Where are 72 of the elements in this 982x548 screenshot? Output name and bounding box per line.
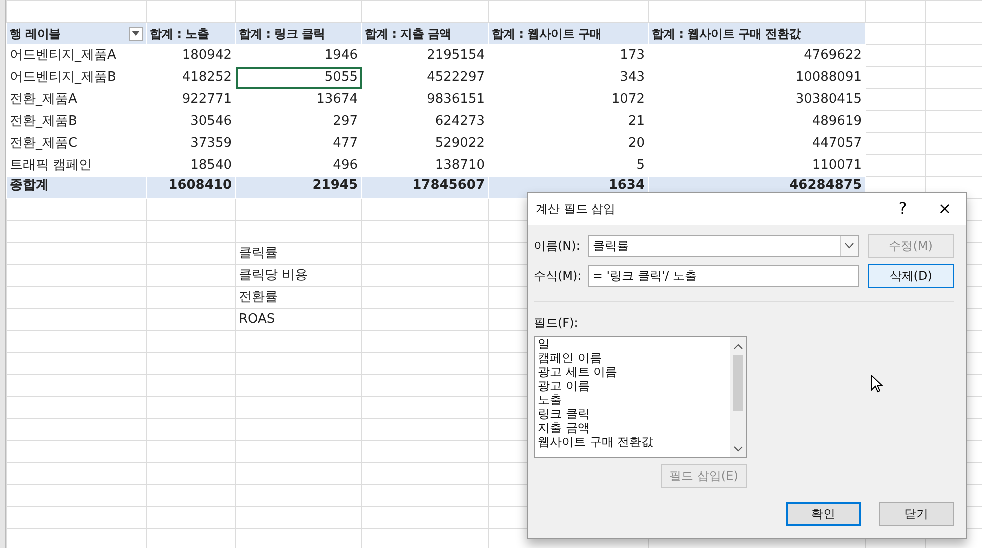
table-cell: 전환률 <box>236 286 362 308</box>
table-cell-text: 21 <box>627 112 646 130</box>
total-cell: 17845607 <box>362 176 488 198</box>
table-cell-text: 2195154 <box>426 46 486 64</box>
help-button[interactable]: ? <box>882 197 924 221</box>
table-cell-text: 4769622 <box>803 46 863 64</box>
list-item[interactable]: 광고 이름 <box>538 379 730 393</box>
table-cell-text: 10088091 <box>794 68 863 86</box>
table-cell-text: 138710 <box>434 156 486 174</box>
table-cell-text: 1946 <box>324 46 359 64</box>
table-cell: 13674 <box>236 88 362 110</box>
table-cell-text: 477 <box>332 134 359 152</box>
field-label: 이름(N): <box>534 238 582 255</box>
column-header: 합계 : 웹사이트 구매 <box>488 22 648 44</box>
table-cell-text: 20 <box>627 134 646 152</box>
column-header: 합계 : 웹사이트 구매 전환값 <box>648 22 866 44</box>
dialog-button[interactable]: 삭제(D) <box>868 264 954 288</box>
row-label: 전환_제품A <box>9 90 78 108</box>
table-cell-text: 5 <box>636 156 646 174</box>
table-cell-text: 18540 <box>190 156 233 174</box>
table-cell-text: 37359 <box>190 134 233 152</box>
field-label: 필드(F): <box>534 315 580 332</box>
table-cell-text: 529022 <box>434 134 486 152</box>
table-cell-text: 447057 <box>811 134 863 152</box>
row-label: 전환_제품B <box>9 112 78 130</box>
column-header: 합계 : 지출 금액 <box>362 22 488 44</box>
table-cell-text: 489619 <box>811 112 863 130</box>
name-combo-field[interactable]: 클릭률 <box>588 235 860 257</box>
formula-field[interactable]: = '링크 클릭'/ 노출 <box>588 265 860 287</box>
row-label: 어드벤티지_제품A <box>9 46 118 64</box>
table-cell-text: 110071 <box>811 156 863 174</box>
table-cell: 9836151 <box>362 88 488 110</box>
list-item[interactable]: 광고 세트 이름 <box>538 365 730 379</box>
cursor-icon <box>871 374 883 393</box>
table-cell: 5055 <box>236 66 362 88</box>
table-cell: ROAS <box>236 308 362 330</box>
row-label: 어드벤티지_제품B <box>9 68 118 86</box>
total-label: 종합계 <box>6 176 146 198</box>
row-label: 트래픽 캠페인 <box>9 156 94 174</box>
table-cell: 클릭률 <box>236 242 362 264</box>
table-cell: 4522297 <box>362 66 488 88</box>
dialog-button[interactable]: 닫기 <box>879 502 954 526</box>
total-cell: 1608410 <box>146 176 236 198</box>
table-cell-text: 1072 <box>610 90 646 108</box>
dialog-button[interactable]: 확인 <box>786 502 861 526</box>
column-header: 행 레이블 <box>10 26 61 42</box>
table-cell-text: 30380415 <box>794 90 863 108</box>
scrollbar-thumb[interactable] <box>733 355 743 411</box>
table-cell-text: 30546 <box>190 112 233 130</box>
list-item[interactable]: 일 <box>538 337 730 351</box>
table-cell-text: 496 <box>332 156 359 174</box>
row-label: 전환_제품C <box>9 134 79 152</box>
list-item[interactable]: 지출 금액 <box>538 421 730 435</box>
list-item[interactable]: 링크 클릭 <box>538 407 730 421</box>
table-cell-text: 343 <box>619 68 646 86</box>
column-header: 합계 : 노출 <box>146 22 236 44</box>
total-cell: 21945 <box>236 176 362 198</box>
list-item[interactable]: 웹사이트 구매 전환값 <box>538 435 730 449</box>
filter-dropdown-icon[interactable] <box>129 26 143 40</box>
table-cell-text: 624273 <box>434 112 486 130</box>
dropdown-icon[interactable] <box>840 236 858 256</box>
table-cell-text: 180942 <box>181 46 233 64</box>
table-cell-text: 297 <box>332 112 359 130</box>
dialog-title: 계산 필드 삽입 <box>536 201 617 218</box>
table-cell: 클릭당 비용 <box>236 264 362 286</box>
list-item[interactable]: 노출 <box>538 393 730 407</box>
table-cell-text: 418252 <box>181 68 233 86</box>
column-header: 합계 : 링크 클릭 <box>236 22 362 44</box>
field-label: 수식(M): <box>534 268 583 285</box>
table-cell-text: 173 <box>619 46 646 64</box>
list-item[interactable]: 캠페인 이름 <box>538 351 730 365</box>
table-cell-text: 922771 <box>181 90 233 108</box>
